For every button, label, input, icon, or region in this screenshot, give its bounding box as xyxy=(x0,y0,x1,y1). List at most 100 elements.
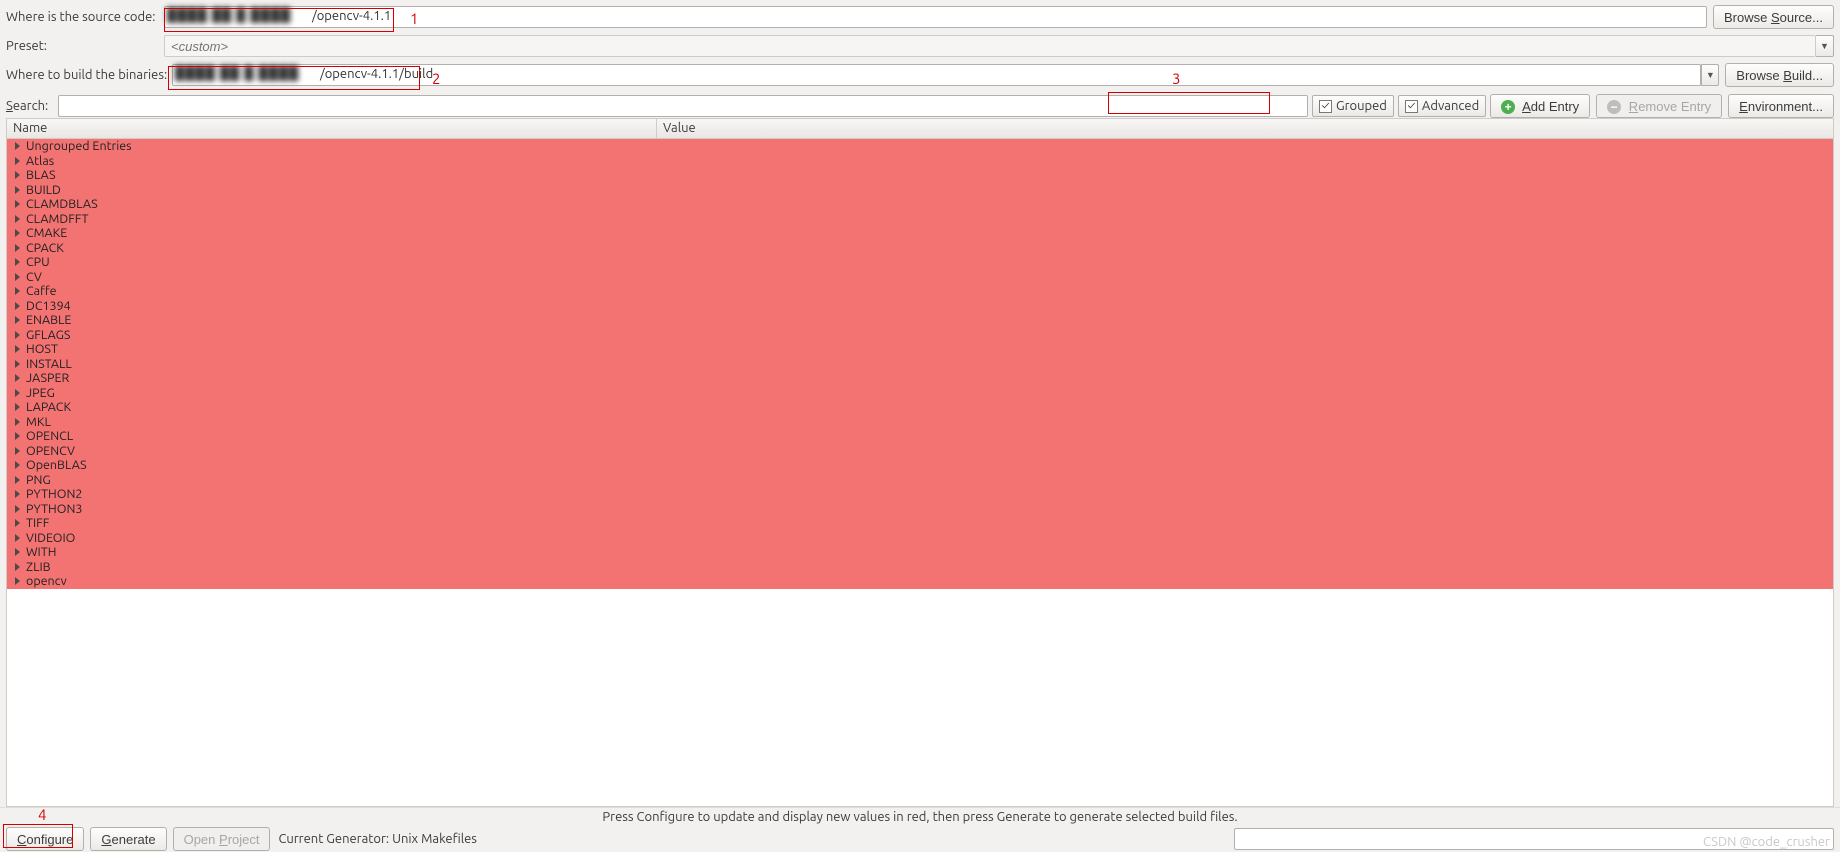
cache-table: Name Value Ungrouped EntriesAtlasBLASBUI… xyxy=(6,118,1834,807)
group-row[interactable]: BUILD xyxy=(7,183,1833,198)
expand-triangle-icon xyxy=(15,447,20,455)
expand-triangle-icon xyxy=(15,432,20,440)
group-row[interactable]: Atlas xyxy=(7,154,1833,169)
group-row[interactable]: BLAS xyxy=(7,168,1833,183)
build-path-dropdown-arrow[interactable]: ▼ xyxy=(1701,64,1719,86)
group-row[interactable]: GFLAGS xyxy=(7,328,1833,343)
expand-triangle-icon xyxy=(15,490,20,498)
group-row[interactable]: CPACK xyxy=(7,241,1833,256)
group-label: ZLIB xyxy=(26,560,51,574)
expand-triangle-icon xyxy=(15,157,20,165)
expand-triangle-icon xyxy=(15,548,20,556)
group-row[interactable]: ZLIB xyxy=(7,560,1833,575)
group-label: HOST xyxy=(26,342,58,356)
add-entry-button[interactable]: + Add Entry xyxy=(1490,94,1590,118)
column-header-name[interactable]: Name xyxy=(7,119,657,138)
group-label: INSTALL xyxy=(26,357,72,371)
current-generator-label: Current Generator: Unix Makefiles xyxy=(278,832,476,846)
group-row[interactable]: CLAMDFFT xyxy=(7,212,1833,227)
group-row[interactable]: VIDEOIO xyxy=(7,531,1833,546)
expand-triangle-icon xyxy=(15,534,20,542)
group-label: VIDEOIO xyxy=(26,531,75,545)
group-label: Atlas xyxy=(26,154,54,168)
expand-triangle-icon xyxy=(15,258,20,266)
table-body[interactable]: Ungrouped EntriesAtlasBLASBUILDCLAMDBLAS… xyxy=(7,139,1833,806)
group-row[interactable]: CPU xyxy=(7,255,1833,270)
group-label: BUILD xyxy=(26,183,61,197)
group-row[interactable]: Caffe xyxy=(7,284,1833,299)
grouped-checkbox[interactable]: ✓ Grouped xyxy=(1312,95,1394,117)
group-row[interactable]: LAPACK xyxy=(7,400,1833,415)
group-row[interactable]: HOST xyxy=(7,342,1833,357)
expand-triangle-icon xyxy=(15,229,20,237)
environment-button[interactable]: Environment... xyxy=(1728,94,1834,118)
source-path-input[interactable] xyxy=(164,6,1707,28)
group-row[interactable]: PNG xyxy=(7,473,1833,488)
minus-icon: − xyxy=(1607,100,1621,114)
group-row[interactable]: CMAKE xyxy=(7,226,1833,241)
browse-build-button[interactable]: Browse Build... xyxy=(1725,63,1834,87)
browse-source-button[interactable]: Browse Source... xyxy=(1713,5,1834,29)
build-path-input[interactable] xyxy=(172,64,1701,86)
generate-button[interactable]: Generate xyxy=(90,827,166,851)
expand-triangle-icon xyxy=(15,302,20,310)
configure-button[interactable]: Configure xyxy=(6,827,84,851)
expand-triangle-icon xyxy=(15,345,20,353)
group-label: DC1394 xyxy=(26,299,71,313)
expand-triangle-icon xyxy=(15,273,20,281)
expand-triangle-icon xyxy=(15,374,20,382)
preset-dropdown-arrow[interactable]: ▼ xyxy=(1816,35,1834,57)
group-row[interactable]: ENABLE xyxy=(7,313,1833,328)
group-label: JPEG xyxy=(26,386,55,400)
expand-triangle-icon xyxy=(15,200,20,208)
search-input[interactable] xyxy=(58,95,1308,117)
group-label: OPENCL xyxy=(26,429,73,443)
group-label: CPACK xyxy=(26,241,64,255)
advanced-checkbox[interactable]: ✓ Advanced xyxy=(1398,95,1486,117)
expand-triangle-icon xyxy=(15,287,20,295)
expand-triangle-icon xyxy=(15,171,20,179)
group-label: OPENCV xyxy=(26,444,75,458)
group-row[interactable]: TIFF xyxy=(7,516,1833,531)
preset-dropdown[interactable] xyxy=(164,35,1816,57)
group-label: CLAMDBLAS xyxy=(26,197,98,211)
group-row[interactable]: CV xyxy=(7,270,1833,285)
group-row[interactable]: INSTALL xyxy=(7,357,1833,372)
expand-triangle-icon xyxy=(15,215,20,223)
group-row[interactable]: PYTHON2 xyxy=(7,487,1833,502)
expand-triangle-icon xyxy=(15,505,20,513)
group-row[interactable]: MKL xyxy=(7,415,1833,430)
remove-entry-button: − Remove Entry xyxy=(1596,94,1722,118)
group-label: BLAS xyxy=(26,168,56,182)
open-project-button: Open Project xyxy=(173,827,271,851)
group-label: CMAKE xyxy=(26,226,67,240)
expand-triangle-icon xyxy=(15,577,20,585)
group-label: opencv xyxy=(26,574,67,588)
expand-triangle-icon xyxy=(15,476,20,484)
group-row[interactable]: WITH xyxy=(7,545,1833,560)
group-row[interactable]: opencv xyxy=(7,574,1833,589)
expand-triangle-icon xyxy=(15,142,20,150)
expand-triangle-icon xyxy=(15,389,20,397)
column-header-value[interactable]: Value xyxy=(657,119,1833,138)
group-label: Ungrouped Entries xyxy=(26,139,132,153)
group-row[interactable]: DC1394 xyxy=(7,299,1833,314)
plus-icon: + xyxy=(1501,100,1515,114)
group-row[interactable]: CLAMDBLAS xyxy=(7,197,1833,212)
group-row[interactable]: Ungrouped Entries xyxy=(7,139,1833,154)
expand-triangle-icon xyxy=(15,519,20,527)
group-row[interactable]: OPENCV xyxy=(7,444,1833,459)
group-row[interactable]: JPEG xyxy=(7,386,1833,401)
group-row[interactable]: OpenBLAS xyxy=(7,458,1833,473)
preset-label: Preset: xyxy=(6,39,164,53)
footer-output-input[interactable] xyxy=(1234,828,1834,850)
advanced-label: Advanced xyxy=(1422,99,1479,113)
group-label: PYTHON3 xyxy=(26,502,82,516)
group-label: WITH xyxy=(26,545,56,559)
group-label: MKL xyxy=(26,415,51,429)
group-label: CV xyxy=(26,270,42,284)
group-row[interactable]: OPENCL xyxy=(7,429,1833,444)
group-row[interactable]: PYTHON3 xyxy=(7,502,1833,517)
group-row[interactable]: JASPER xyxy=(7,371,1833,386)
group-label: PNG xyxy=(26,473,51,487)
